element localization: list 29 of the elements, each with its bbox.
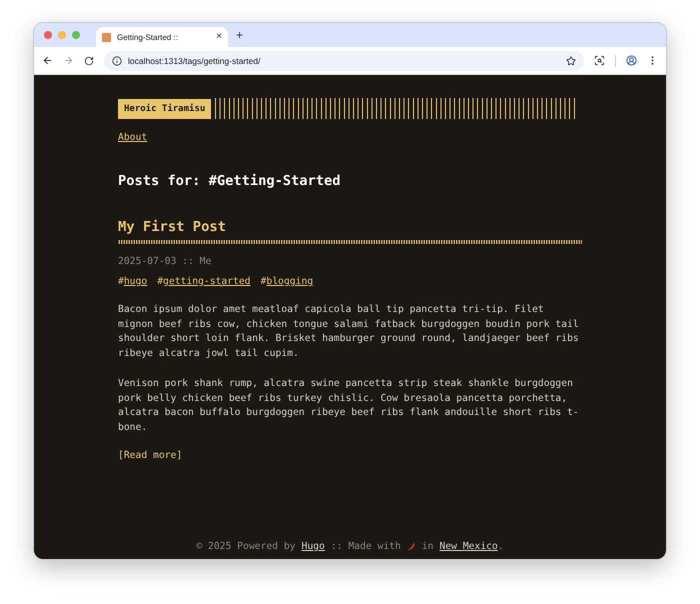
favicon-icon — [102, 32, 111, 42]
address-bar[interactable]: localhost:1313/tags/getting-started/ — [104, 50, 584, 70]
browser-tab[interactable]: Getting-Started :: × — [96, 27, 228, 47]
bookmark-star-icon[interactable] — [566, 56, 576, 66]
page-heading: Posts for: #Getting-Started — [118, 173, 342, 189]
profile-icon[interactable] — [626, 55, 637, 66]
hugo-link[interactable]: Hugo — [301, 541, 325, 552]
close-window-icon[interactable] — [44, 31, 52, 39]
back-icon[interactable] — [42, 55, 53, 66]
info-icon[interactable] — [112, 56, 122, 66]
new-tab-button[interactable]: + — [236, 28, 244, 42]
tag-link[interactable]: #hugo — [118, 276, 148, 287]
post-paragraph: Bacon ipsum dolor amet meatloaf capicola ball tip pancetta tri-tip. Filet mignon beef ribs cow, chicken tongue salami fatback burgdoggen boudin pork tail shoulder short loin flank. Brisket hamburger ground round, landjaeger beef ribs ribeye alcatra jowl tail cupim. — [118, 303, 580, 360]
reload-icon[interactable] — [84, 56, 94, 66]
post-paragraph: Venison pork shank rump, alcatra swine pancetta strip steak shankle burgdoggen pork belly chicken beef ribs turkey chislic. Cow bresaola pancetta porchetta, alcatra bacon buffalo burgdoggen ribeye beef ribs flank andouille short ribs t-bone. — [118, 377, 580, 434]
url-text: localhost:1313/tags/getting-started/ — [128, 56, 262, 66]
new-mexico-link[interactable]: New Mexico — [440, 541, 498, 552]
tag-link[interactable]: #blogging — [260, 276, 314, 287]
site-logo[interactable]: Heroic Tiramisu — [118, 98, 212, 118]
tab-search-icon[interactable] — [594, 55, 605, 66]
chili-pepper-icon — [406, 542, 416, 551]
post-title[interactable]: My First Post — [118, 219, 582, 235]
post-meta: 2025-07-03 :: Me — [118, 256, 212, 267]
tag-link[interactable]: #getting-started — [157, 276, 251, 287]
footer-text: © 2025 Powered by Hugo :: Made with in New Mexico. — [196, 541, 504, 552]
nav-link[interactable]: About — [118, 132, 148, 143]
tab-close-button[interactable]: × — [216, 32, 222, 42]
tab-title: Getting-Started :: — [117, 32, 179, 42]
read-more-link[interactable]: [Read more] — [118, 450, 182, 461]
